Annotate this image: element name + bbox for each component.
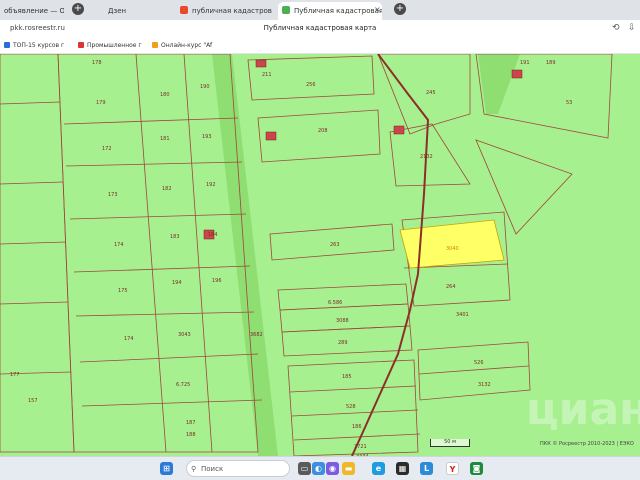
parcel-number-label: 189 xyxy=(546,60,556,66)
parcel-number-label: 245 xyxy=(426,90,436,96)
address-bar: pkk.rosreestr.ru Публичная кадастровая к… xyxy=(0,20,640,40)
tab-cadastral-1[interactable]: публичная кадастровая к xyxy=(176,2,272,20)
parcel-number-label: 211 xyxy=(262,72,272,78)
parcel-number-label: 185 xyxy=(342,374,352,380)
bookmark-label: Промышленное г xyxy=(87,42,142,49)
parcel-number-label: 192 xyxy=(206,182,216,188)
parcel-number-label: 173 xyxy=(108,192,118,198)
extensions-icon[interactable]: ⟲ xyxy=(612,23,620,33)
parcel-number-label: 2132 xyxy=(420,154,433,160)
l-app-icon[interactable]: L xyxy=(420,462,433,475)
terminal-icon[interactable]: ◙ xyxy=(470,462,483,475)
parcel-number-label: 526 xyxy=(474,360,484,366)
widgets-icon[interactable]: ◐ xyxy=(312,462,325,475)
parcel-number-label: 193 xyxy=(202,134,212,140)
parcel-number-label: 177 xyxy=(10,372,20,378)
close-tab-icon[interactable]: × xyxy=(374,0,381,20)
edge-icon[interactable]: e xyxy=(372,462,385,475)
tab-label: Дзен xyxy=(108,7,127,15)
bookmark-icon xyxy=(152,42,158,48)
page-title: Публичная кадастровая карта xyxy=(263,24,377,32)
search-icon: ⚲ xyxy=(191,465,197,473)
watermark: циан xyxy=(526,384,640,435)
parcel-number-label: 186 xyxy=(352,424,362,430)
screen: объявление — Об + Дзен публичная кадастр… xyxy=(0,0,640,480)
parcel-number-label: 3040 xyxy=(446,246,459,252)
bookmark-icon xyxy=(4,42,10,48)
parcel-number-label: 263 xyxy=(330,242,340,248)
parcel-number-label: 190 xyxy=(200,84,210,90)
tab-ad[interactable]: объявление — Об xyxy=(0,2,64,20)
parcel-number-label: 3132 xyxy=(478,382,491,388)
windows-taskbar: ⊞ ⚲ Поиск ▭ ◐ ◉ ▬ e ▦ L Y ◙ xyxy=(0,456,640,480)
tab-label: публичная кадастровая к xyxy=(192,7,272,15)
parcel-number-label: 188 xyxy=(186,432,196,438)
selected-parcel[interactable] xyxy=(399,219,505,269)
parcel-number-label: 3043 xyxy=(178,332,191,338)
bookmark-item[interactable]: Онлайн-курс "Af xyxy=(152,42,212,49)
tab-favicon-icon xyxy=(180,6,188,14)
parcel-number-label: 191 xyxy=(520,60,530,66)
new-tab-plus-icon[interactable]: + xyxy=(394,3,406,15)
parcel-number-label: 174 xyxy=(124,336,134,342)
street-strip xyxy=(478,54,520,114)
parcel-number-label: 256 xyxy=(306,82,316,88)
parcel-number-label: 175 xyxy=(118,288,128,294)
bookmark-item[interactable]: ТОП-15 курсов г xyxy=(4,42,64,49)
tab-dzen[interactable]: Дзен xyxy=(104,2,164,20)
windows-start-icon[interactable]: ⊞ xyxy=(160,462,173,475)
parcel-number-label: 208 xyxy=(318,128,328,134)
parcel-number-label: 3721 xyxy=(354,444,367,450)
tab-label: объявление — Об xyxy=(4,7,64,15)
parcel-number-label: 289 xyxy=(338,340,348,346)
parcel-number-label: 264 xyxy=(446,284,456,290)
browser-tab-strip: объявление — Об + Дзен публичная кадастр… xyxy=(0,0,640,20)
parcel-number-label: 172 xyxy=(102,146,112,152)
parcel-number-label: 6.725 xyxy=(176,382,190,388)
taskbar-search-box[interactable]: ⚲ Поиск xyxy=(186,460,290,477)
parcel-number-label: 194 xyxy=(172,280,182,286)
map-attribution: ПКК © Росреестр 2010-2023 | ЕЭКО xyxy=(540,441,634,447)
parcel-number-label: 6.586 xyxy=(328,300,342,306)
parcel-number-label: 179 xyxy=(96,100,106,106)
tab-favicon-icon xyxy=(282,6,290,14)
chat-icon[interactable]: ◉ xyxy=(326,462,339,475)
parcel-number-label: 196 xyxy=(212,278,222,284)
street-strip xyxy=(212,54,278,456)
cadastral-map[interactable]: 178 256 179 180 190 191 211 245 189 53 172 181 193 20… xyxy=(0,54,640,456)
store-icon[interactable]: ▦ xyxy=(396,462,409,475)
parcel-number-label: 157 xyxy=(28,398,38,404)
bookmark-icon xyxy=(78,42,84,48)
parcel-number-label: 182 xyxy=(162,186,172,192)
parcel-number-label: 174 xyxy=(114,242,124,248)
yandex-icon[interactable]: Y xyxy=(446,462,459,475)
file-explorer-icon[interactable]: ▬ xyxy=(342,462,355,475)
parcel-number-label: 53 xyxy=(566,100,572,106)
download-icon[interactable]: ⇩ xyxy=(628,23,636,33)
parcel-number-label: 184 xyxy=(208,232,218,238)
new-tab-plus-icon[interactable]: + xyxy=(72,3,84,15)
building-markers xyxy=(203,59,523,240)
parcel-number-label: 528 xyxy=(346,404,356,410)
bookmark-label: ТОП-15 курсов г xyxy=(13,42,65,49)
bookmarks-bar: ТОП-15 курсов г Промышленное г Онлайн-ку… xyxy=(0,40,640,54)
tab-label: Публичная кадастровая ка xyxy=(294,7,382,15)
parcel-number-label: 178 xyxy=(92,60,102,66)
tab-cadastral-active[interactable]: Публичная кадастровая ка xyxy=(278,2,382,20)
search-placeholder: Поиск xyxy=(201,465,224,473)
task-view-icon[interactable]: ▭ xyxy=(298,462,311,475)
parcel-number-label: 3401 xyxy=(456,312,469,318)
parcel-number-label: 183 xyxy=(170,234,180,240)
parcel-number-label: 3682 xyxy=(250,332,263,338)
map-scale-bar: 50 м xyxy=(430,439,470,447)
parcel-number-label: 187 xyxy=(186,420,196,426)
bookmark-item[interactable]: Промышленное г xyxy=(78,42,142,49)
parcel-number-label: 181 xyxy=(160,136,170,142)
parcel-number-label: 180 xyxy=(160,92,170,98)
parcel-number-label: 3088 xyxy=(336,318,349,324)
bookmark-label: Онлайн-курс "Af xyxy=(161,42,213,49)
